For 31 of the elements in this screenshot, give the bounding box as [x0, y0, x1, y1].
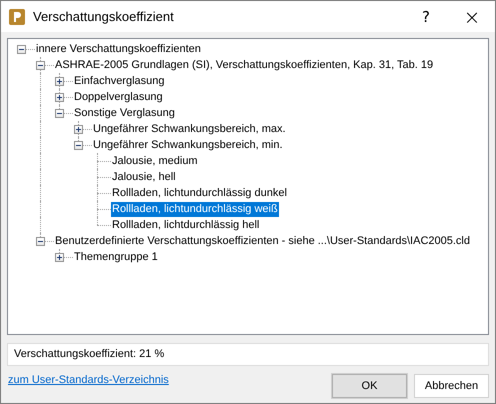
tree-item[interactable]: Rollladen, lichtdurchlässig hell [111, 218, 260, 232]
tree-item[interactable]: Ungefährer Schwankungsbereich, min. [92, 138, 284, 152]
dialog-button[interactable]: Abbrechen [414, 374, 489, 398]
tree-item[interactable]: Benutzerdefinierte Verschattungskoeffizienten - siehe ...\User-Standards\IAC2005.cld [54, 234, 471, 248]
collapse-icon[interactable] [36, 61, 45, 70]
tree-item[interactable]: Rollladen, lichtundurchlässig weiß [111, 202, 279, 216]
expand-icon[interactable] [55, 77, 64, 86]
tree-item[interactable]: Einfachverglasung [73, 74, 166, 88]
dialog-button[interactable]: OK [332, 374, 407, 398]
app-icon [9, 8, 25, 24]
tree-item[interactable]: Rollladen, lichtundurchlässig dunkel [111, 186, 288, 200]
collapse-icon[interactable] [17, 45, 26, 54]
directory-link[interactable]: zum User-Standards-Verzeichnis [8, 374, 169, 386]
help-button[interactable]: ? [403, 1, 449, 32]
tree-item[interactable]: innere Verschattungskoeffizienten [35, 42, 202, 56]
expand-icon[interactable] [55, 93, 64, 102]
tree-item[interactable]: Themengruppe 1 [73, 250, 159, 264]
tree-item[interactable]: ASHRAE-2005 Grundlagen (SI), Verschattungskoeffizienten, Kap. 31, Tab. 19 [54, 58, 434, 72]
window-title: Verschattungskoeffizient [33, 9, 175, 24]
collapse-icon[interactable] [55, 109, 64, 118]
status-field: Verschattungskoeffizient: 21 % [7, 343, 489, 366]
expand-icon[interactable] [74, 125, 83, 134]
tree-item[interactable]: Doppelverglasung [73, 90, 164, 104]
expand-icon[interactable] [55, 253, 64, 262]
tree-item[interactable]: Jalousie, hell [111, 170, 177, 184]
tree-item[interactable]: Sonstige Verglasung [73, 106, 176, 120]
tree-item[interactable]: Jalousie, medium [111, 154, 199, 168]
close-button[interactable]: × [449, 1, 495, 32]
collapse-icon[interactable] [74, 141, 83, 150]
tree-item[interactable]: Ungefährer Schwankungsbereich, max. [92, 122, 287, 136]
collapse-icon[interactable] [36, 237, 45, 246]
